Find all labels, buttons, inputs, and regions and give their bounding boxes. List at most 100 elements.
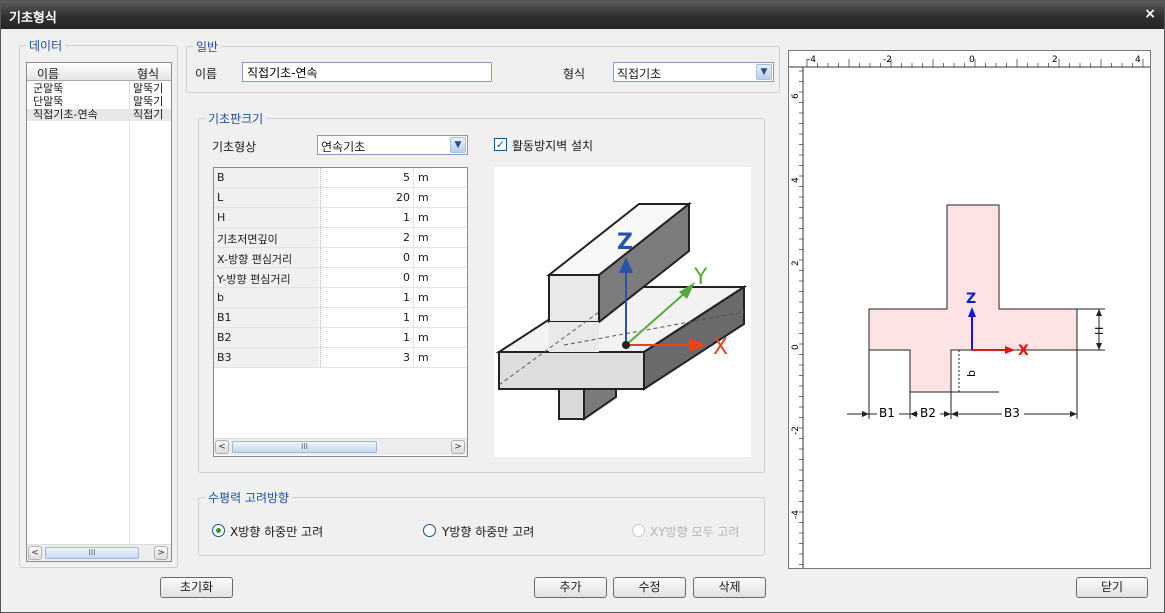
scroll-left-button[interactable]: < (28, 546, 42, 560)
property-row[interactable]: B2 1 m (214, 328, 467, 348)
data-list[interactable]: 이름 형식 군말뚝 말뚝기 단말뚝 말뚝기 직접기초-연속 직접기 < III … (26, 62, 172, 562)
property-name: B (214, 168, 319, 187)
property-unit: m (413, 168, 467, 187)
title-bar[interactable]: 기초형식 × (1, 1, 1164, 29)
chevron-down-icon[interactable]: ▼ (450, 137, 466, 153)
property-row[interactable]: 기초저면깊이 2 m (214, 228, 467, 248)
property-value[interactable]: 3 (320, 348, 412, 367)
property-name: B3 (214, 348, 319, 367)
dialog-window: 기초형식 × 데이터 이름 형식 군말뚝 말뚝기 단말뚝 말뚝기 직접기초-연속… (0, 0, 1165, 613)
column-type-header[interactable]: 형식 (137, 65, 159, 82)
type-select[interactable]: 직접기초 ▼ (613, 62, 774, 82)
list-item-type: 말뚝기 (133, 83, 164, 95)
property-value[interactable]: 1 (320, 328, 412, 347)
property-grid-scrollbar[interactable]: < III > (214, 438, 467, 455)
shape-select[interactable]: 연속기초 ▼ (317, 135, 468, 155)
scroll-thumb[interactable]: III (45, 547, 139, 559)
dim-b-label: b (965, 370, 978, 377)
modify-button[interactable]: 수정 (613, 577, 686, 598)
radio-y-direction[interactable] (423, 524, 436, 537)
property-row[interactable]: B3 3 m (214, 348, 467, 368)
property-row[interactable]: Y-방향 편심거리 0 m (214, 268, 467, 288)
name-label: 이름 (195, 67, 218, 81)
name-input[interactable] (242, 62, 492, 82)
property-row[interactable]: B5m (214, 168, 467, 188)
dim-b3-label: B3 (1004, 406, 1020, 420)
window-title: 기초형식 (9, 11, 57, 26)
preview-x-label: X (1018, 343, 1029, 359)
reset-button[interactable]: 초기화 (160, 577, 233, 598)
section-preview: -4 -2 0 2 4 6 4 2 0 -2 -4 Z X H b B1 B2 … (788, 50, 1151, 569)
property-unit: m (413, 228, 467, 247)
left-tick: -4 (791, 510, 801, 519)
footing-3d-diagram: Z Y X (494, 167, 751, 457)
preview-z-label: Z (966, 291, 976, 307)
property-name: X-방향 편심거리 (214, 248, 319, 267)
scroll-left-button[interactable]: < (215, 440, 229, 454)
property-grid[interactable]: B 5 m L 20 m H 1 m 기초저면깊이 2 m X-방향 편심거리 0 m Y-방향 편심거리 0 m… (213, 167, 468, 457)
add-button[interactable]: 추가 (534, 577, 607, 598)
property-value[interactable]: 20 (320, 188, 412, 207)
dim-b1-label: B1 (879, 406, 895, 420)
data-group-legend: 데이터 (29, 39, 63, 53)
property-unit: m (413, 328, 467, 347)
list-item[interactable]: 군말뚝 말뚝기 (27, 83, 171, 95)
list-item-selected[interactable]: 직접기초-연속 직접기 (27, 109, 171, 121)
property-name: b (214, 288, 319, 307)
general-group-legend: 일반 (196, 40, 219, 54)
property-value[interactable]: 5 (320, 168, 412, 187)
property-name: L (214, 188, 319, 207)
property-name: 기초저면깊이 (214, 228, 319, 247)
list-item-name: 군말뚝 (33, 83, 64, 95)
radio-xy-direction-label: XY방향 모두 고려 (650, 525, 740, 539)
property-value[interactable]: 0 (320, 248, 412, 267)
chevron-down-icon[interactable]: ▼ (756, 64, 772, 80)
delete-button[interactable]: 삭제 (693, 577, 766, 598)
x-axis-label: X (713, 335, 728, 360)
close-icon[interactable]: × (1144, 6, 1156, 22)
data-list-header: 이름 형식 (27, 63, 171, 81)
horizontal-force-group-legend: 수평력 고려방향 (208, 491, 290, 505)
dim-b2-label: B2 (920, 406, 936, 420)
property-row[interactable]: b1m (214, 288, 467, 308)
shape-select-value: 연속기초 (321, 140, 366, 154)
property-value[interactable]: 1 (320, 308, 412, 327)
property-value[interactable]: 1 (320, 208, 412, 227)
top-tick: -2 (883, 55, 892, 65)
scroll-right-button[interactable]: > (154, 546, 168, 560)
shear-key-label: 활동방지벽 설치 (512, 139, 594, 153)
close-button[interactable]: 닫기 (1076, 577, 1148, 598)
radio-x-direction-label: X방향 하중만 고려 (230, 525, 324, 539)
scroll-right-button[interactable]: > (451, 440, 465, 454)
property-row[interactable]: X-방향 편심거리 0 m (214, 248, 467, 268)
z-axis-label: Z (617, 230, 633, 255)
property-name: B1 (214, 308, 319, 327)
radio-x-direction[interactable] (212, 524, 225, 537)
list-item[interactable]: 단말뚝 말뚝기 (27, 96, 171, 108)
shear-key-checkbox[interactable]: ✓ (494, 138, 507, 151)
data-list-scrollbar[interactable]: < III > (27, 544, 171, 561)
property-unit: m (413, 348, 467, 367)
left-tick: 2 (791, 260, 801, 266)
column-name-header[interactable]: 이름 (37, 65, 59, 82)
property-row[interactable]: H1m (214, 208, 467, 228)
left-tick: 4 (791, 177, 801, 183)
scroll-thumb[interactable]: III (232, 441, 377, 453)
list-item-name: 직접기초-연속 (33, 109, 98, 121)
top-tick: 2 (1052, 55, 1058, 65)
top-tick: 4 (1135, 55, 1141, 65)
property-row[interactable]: L 20 m (214, 188, 467, 208)
property-unit: m (413, 208, 467, 227)
radio-y-direction-label: Y방향 하중만 고려 (442, 525, 535, 539)
plate-size-group-legend: 기초판크기 (208, 112, 264, 126)
section-preview-canvas: -4 -2 0 2 4 6 4 2 0 -2 -4 Z X H b B1 B2 … (789, 51, 1150, 568)
property-unit: m (413, 308, 467, 327)
left-tick: 6 (791, 93, 801, 99)
property-row[interactable]: B1 1 m (214, 308, 467, 328)
property-value[interactable]: 2 (320, 228, 412, 247)
type-label: 형식 (563, 67, 586, 81)
property-value[interactable]: 0 (320, 268, 412, 287)
property-value[interactable]: 1 (320, 288, 412, 307)
property-name: B2 (214, 328, 319, 347)
list-item-type: 직접기 (133, 109, 164, 121)
